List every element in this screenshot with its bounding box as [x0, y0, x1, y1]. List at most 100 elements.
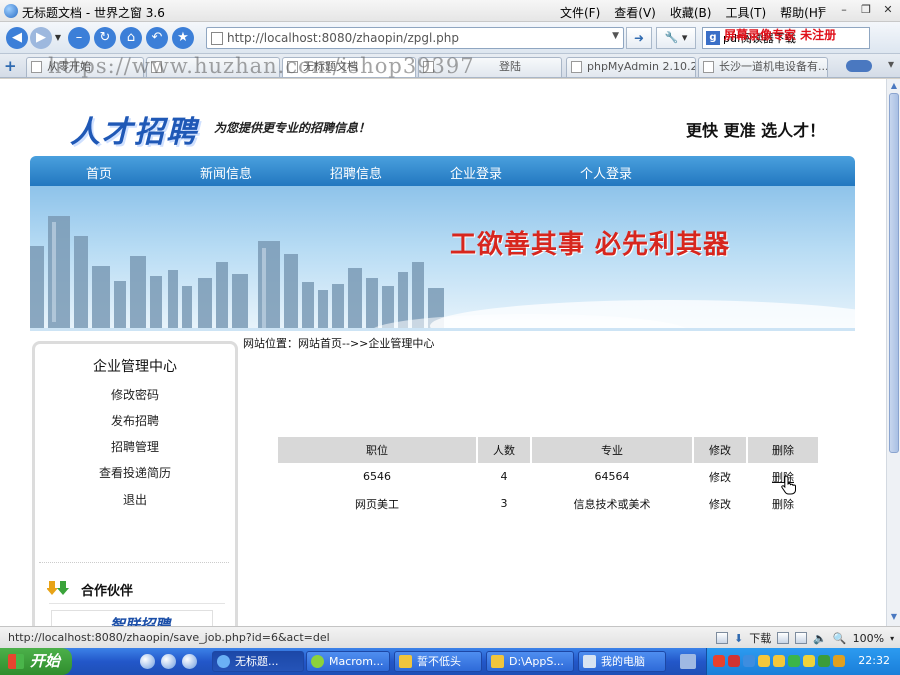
hand-cursor-icon	[781, 475, 796, 495]
tab-list-icon[interactable]: ▾	[888, 57, 894, 71]
tray-app-icon[interactable]	[803, 655, 815, 667]
zoom-icon[interactable]: 🔍	[833, 632, 847, 645]
banner-slogan: 工欲善其事 必先利其器	[450, 230, 731, 260]
url-input[interactable]	[227, 30, 597, 46]
window-title: 无标题文档 - 世界之窗 3.6	[22, 6, 165, 20]
download-label[interactable]: 下载	[749, 630, 771, 646]
nav-jobs[interactable]: 招聘信息	[330, 163, 382, 182]
language-bar-icon[interactable]	[680, 654, 696, 669]
tray-app-icon[interactable]	[833, 655, 845, 667]
cell-title: 6546	[363, 470, 391, 483]
partner-logo-zhilian[interactable]: 智联招聘	[51, 610, 213, 626]
site-logo: 人才招聘	[70, 115, 198, 150]
scroll-thumb[interactable]	[889, 93, 899, 453]
status-bar: http://localhost:8080/zhaopin/save_job.p…	[0, 626, 900, 648]
menu-file[interactable]: 文件(F)	[560, 4, 600, 21]
tab-5[interactable]: phpMyAdmin 2.10.2...	[566, 57, 696, 77]
menu-favorites[interactable]: 收藏(B)	[670, 4, 712, 21]
scroll-up-icon[interactable]: ▲	[889, 81, 899, 93]
tab-6-label: 长沙一道机电设备有...	[719, 60, 828, 73]
tray-qq-icon[interactable]	[758, 655, 770, 667]
folder-icon	[399, 655, 412, 668]
home-icon[interactable]: ⌂	[120, 27, 142, 49]
tray-qq-icon[interactable]	[773, 655, 785, 667]
window-titlebar: 无标题文档 - 世界之窗 3.6 文件(F) 查看(V) 收藏(B) 工具(T)…	[0, 0, 900, 22]
new-tab-icon[interactable]: +	[4, 57, 17, 75]
task-macromedia[interactable]: Macrom...	[306, 651, 390, 672]
task-my-computer[interactable]: 我的电脑	[578, 651, 666, 672]
tab-6[interactable]: 长沙一道机电设备有...	[698, 57, 828, 77]
status-url: http://localhost:8080/zhaopin/save_job.p…	[8, 631, 330, 644]
refresh-icon[interactable]: ↻	[94, 27, 116, 49]
tray-app-icon[interactable]	[743, 655, 755, 667]
go-button[interactable]: ➜	[626, 27, 652, 49]
window-menu-icon[interactable]: ≡	[814, 3, 830, 17]
cell-count: 4	[500, 470, 508, 483]
tray-app-icon[interactable]	[728, 655, 740, 667]
quick-launch-ie-icon[interactable]	[182, 654, 197, 669]
task-my-computer-label: 我的电脑	[601, 655, 645, 668]
cell-major: 信息技术或美术	[573, 497, 651, 511]
system-tray: 22:32	[706, 648, 900, 675]
tray-app-icon[interactable]	[713, 655, 725, 667]
vertical-scrollbar[interactable]: ▲ ▼	[886, 79, 900, 626]
maximize-icon[interactable]: ❐	[858, 3, 874, 17]
undo-close-icon[interactable]: ↶	[146, 27, 168, 49]
tray-app-icon[interactable]	[788, 655, 800, 667]
history-dropdown-icon[interactable]: ▼	[54, 27, 62, 49]
table-row: 网页美工 3 信息技术或美术 修改 删除	[278, 490, 818, 517]
close-icon[interactable]: ✕	[880, 3, 896, 17]
edit-link[interactable]: 修改	[709, 498, 731, 511]
search-engine-icon[interactable]: g	[706, 31, 720, 45]
task-folder-1-label: 誓不低头	[417, 655, 461, 668]
forward-arrow-icon[interactable]: ▶	[30, 27, 52, 49]
status-doc-icon[interactable]	[777, 632, 790, 644]
start-button[interactable]: 开始	[0, 648, 72, 675]
scroll-down-icon[interactable]: ▼	[889, 612, 899, 624]
nav-personal-login[interactable]: 个人登录	[580, 163, 632, 182]
tools-button[interactable]: 🔧 ▾	[656, 27, 696, 49]
menu-view[interactable]: 查看(V)	[614, 4, 656, 21]
quick-launch-browser-icon[interactable]	[161, 654, 176, 669]
url-dropdown-icon[interactable]: ▼	[612, 31, 619, 41]
sidebar-item-view-resumes[interactable]: 查看投递简历	[35, 464, 235, 481]
favorite-star-icon[interactable]: ★	[172, 27, 194, 49]
city-skyline-image	[30, 216, 855, 328]
edit-link[interactable]: 修改	[709, 471, 731, 484]
delete-link[interactable]: 删除	[772, 498, 794, 511]
sidebar-item-post-job[interactable]: 发布招聘	[35, 412, 235, 429]
download-arrow-icon[interactable]: ⬇	[734, 632, 743, 645]
back-arrow-icon[interactable]: ◀	[6, 27, 28, 49]
nav-news[interactable]: 新闻信息	[200, 163, 252, 182]
tab-scroll-icon[interactable]	[846, 60, 872, 72]
sidebar-item-change-password[interactable]: 修改密码	[35, 386, 235, 403]
task-browser[interactable]: 无标题...	[212, 651, 304, 672]
status-screen-icon[interactable]	[716, 632, 728, 644]
status-image-icon[interactable]	[795, 632, 808, 644]
sidebar-item-manage-jobs[interactable]: 招聘管理	[35, 438, 235, 455]
nav-home[interactable]: 首页	[77, 163, 121, 190]
clock[interactable]: 22:32	[858, 654, 890, 667]
task-folder-2[interactable]: D:\AppS...	[486, 651, 574, 672]
minimize-icon[interactable]: –	[836, 3, 852, 17]
header-edit: 修改	[694, 437, 746, 463]
volume-icon[interactable]: 🔈	[813, 632, 827, 645]
sidebar-item-logout[interactable]: 退出	[35, 491, 235, 508]
address-bar[interactable]: ▼	[206, 27, 624, 49]
nav-company-login[interactable]: 企业登录	[450, 163, 502, 182]
zoom-dropdown-icon[interactable]: ▾	[890, 634, 894, 643]
cell-major: 64564	[594, 470, 630, 483]
header-major: 专业	[532, 437, 692, 463]
stop-icon[interactable]: –	[68, 27, 90, 49]
menu-tools[interactable]: 工具(T)	[725, 4, 766, 21]
browser-logo-icon	[4, 4, 18, 18]
tab-page-icon	[703, 61, 714, 73]
partner-arrows-icon	[47, 581, 69, 595]
task-folder-1[interactable]: 誓不低头	[394, 651, 482, 672]
tray-shield-icon[interactable]	[818, 655, 830, 667]
zoom-level[interactable]: 100%	[853, 632, 884, 645]
windows-flag-icon	[8, 654, 24, 669]
partner-logo-text: 智联招聘	[110, 616, 171, 626]
site-slogan: 为您提供更专业的招聘信息！	[214, 121, 371, 135]
quick-launch-desktop-icon[interactable]	[140, 654, 155, 669]
